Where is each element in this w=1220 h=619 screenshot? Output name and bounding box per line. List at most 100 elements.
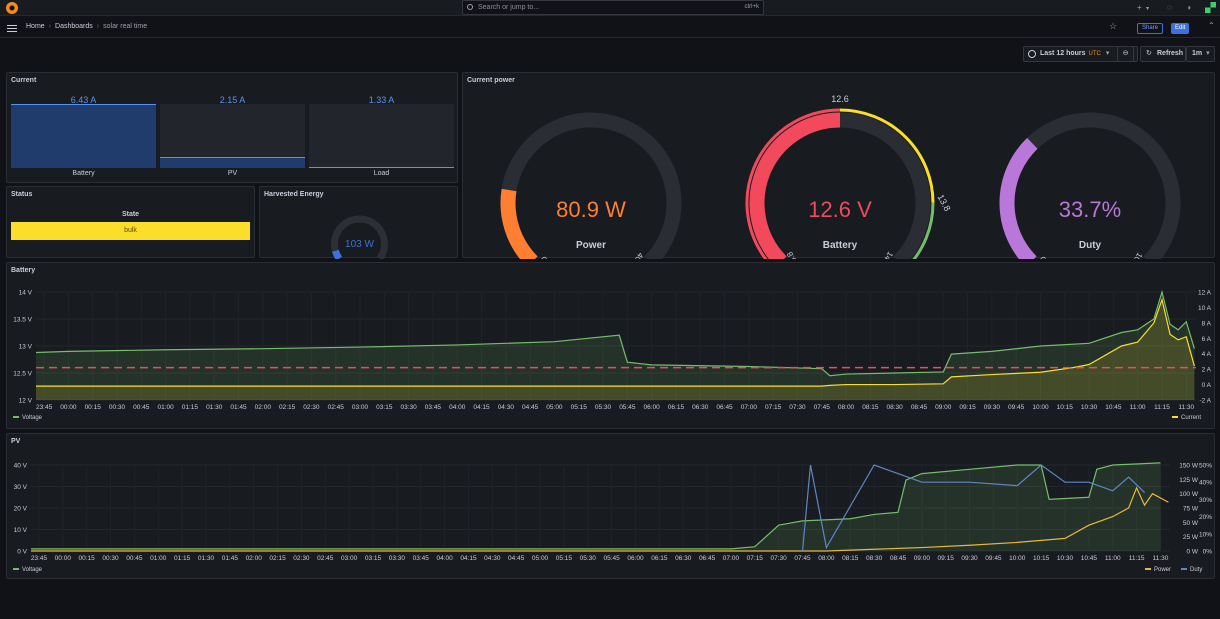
x-tick-label: 04:00: [449, 404, 466, 411]
pv-chart-panel: PV 40 V 30 V 20 V 10 V0 V 150 W 125 W 100 W 75 …: [6, 433, 1215, 579]
legend-voltage[interactable]: Voltage: [13, 415, 42, 421]
x-tick-label: 07:15: [765, 404, 782, 411]
x-tick-label: 01:30: [198, 555, 215, 562]
refresh-interval-select[interactable]: 1m ▾: [1186, 46, 1215, 62]
x-tick-label: 09:45: [1008, 404, 1025, 411]
gauge-max-label: 400: [630, 251, 645, 259]
edit-button[interactable]: Edit: [1171, 23, 1190, 34]
x-tick-label: 00:15: [85, 404, 102, 411]
panel-title: Status: [11, 191, 33, 198]
y-tick-label: 12.5 V: [13, 371, 32, 378]
legend-current[interactable]: Current: [1172, 415, 1201, 421]
y3-tick-label: 20%: [1199, 514, 1212, 521]
x-tick-label: 10:45: [1105, 404, 1122, 411]
x-tick-label: 05:00: [546, 404, 563, 411]
breadcrumb-separator-icon: ›: [48, 23, 52, 30]
x-tick-label: 03:30: [400, 404, 417, 411]
x-tick-label: 05:45: [619, 404, 636, 411]
x-tick-label: 07:00: [723, 555, 740, 562]
bargauge-load: 1.33 A Load: [309, 95, 454, 177]
x-tick-label: 07:00: [741, 404, 758, 411]
gauge-value: 12.6 V: [808, 197, 872, 222]
menu-icon[interactable]: [7, 25, 17, 32]
bargauge-track: [160, 104, 305, 168]
star-icon[interactable]: ☆: [1109, 21, 1117, 32]
y2-tick-label: 10 A: [1198, 305, 1212, 312]
legend-label: Voltage: [22, 567, 43, 573]
x-tick-label: 00:30: [109, 404, 126, 411]
breadcrumb-home[interactable]: Home: [26, 23, 45, 30]
x-tick-label: 07:45: [794, 555, 811, 562]
bargauge-track: [11, 104, 156, 168]
x-tick-label: 02:00: [246, 555, 263, 562]
help-icon[interactable]: ◌: [1167, 3, 1172, 12]
y3-tick-label: 50%: [1199, 463, 1212, 470]
x-tick-label: 06:30: [692, 404, 709, 411]
legend-label: Duty: [1190, 567, 1203, 573]
x-tick-label: 01:45: [222, 555, 239, 562]
x-tick-label: 09:45: [985, 555, 1002, 562]
top-bar: Search or jump to... ctrl+k + ▾ ◌ ◗: [0, 0, 1220, 16]
legend-label: Current: [1181, 415, 1202, 421]
user-avatar-icon[interactable]: [1205, 2, 1216, 13]
y-tick-label: 0 V: [17, 549, 27, 556]
chevron-down-icon: ▾: [1105, 50, 1110, 57]
refresh-button[interactable]: ↻ Refresh: [1140, 46, 1186, 62]
y2-tick-label: 75 W: [1183, 506, 1199, 513]
chevron-down-icon[interactable]: ▾: [1146, 5, 1149, 12]
x-tick-label: 06:45: [699, 555, 716, 562]
x-tick-label: 11:00: [1105, 555, 1121, 562]
x-tick-label: 11:15: [1154, 404, 1170, 411]
x-tick-label: 04:45: [522, 404, 539, 411]
x-tick-label: 01:00: [150, 555, 167, 562]
zoom-out-button[interactable]: ⊖: [1117, 46, 1134, 62]
search-input[interactable]: Search or jump to... ctrl+k: [462, 0, 764, 15]
legend-label: Voltage: [22, 415, 43, 421]
plus-icon[interactable]: +: [1137, 3, 1142, 12]
x-tick-label: 04:15: [460, 555, 477, 562]
chevron-up-icon[interactable]: ⌃: [1208, 21, 1215, 30]
x-tick-label: 08:45: [911, 404, 928, 411]
bargauge-pv: 2.15 A PV: [160, 95, 305, 177]
clock-icon: [1028, 50, 1036, 58]
legend-voltage[interactable]: Voltage: [13, 567, 42, 573]
legend-power[interactable]: Power: [1145, 567, 1171, 573]
breadcrumb-dashboards[interactable]: Dashboards: [55, 23, 93, 30]
y2-tick-label: 25 W: [1183, 534, 1199, 541]
current-power-panel: Current power 040080.9 WPower12.613.810.…: [462, 72, 1215, 259]
x-tick-label: 06:45: [716, 404, 733, 411]
share-button[interactable]: Share: [1137, 23, 1164, 34]
search-placeholder: Search or jump to...: [478, 4, 540, 11]
x-tick-label: 05:00: [532, 555, 549, 562]
x-tick-label: 02:30: [293, 555, 310, 562]
x-tick-label: 04:30: [498, 404, 515, 411]
x-tick-label: 08:45: [890, 555, 907, 562]
chevron-down-icon: ▾: [1206, 50, 1210, 57]
gauges-area: 0 400 80.9 W Power 12.6 13.8 10.8 14.4 12.6 V Bat…: [500, 94, 1181, 259]
x-tick-label: 06:00: [644, 404, 661, 411]
legend-duty[interactable]: Duty: [1181, 567, 1202, 573]
x-tick-label: 01:30: [206, 404, 223, 411]
x-tick-label: 07:45: [814, 404, 831, 411]
x-tick-label: 03:00: [352, 404, 369, 411]
y-tick-label: 20 V: [14, 506, 28, 513]
y-tick-label: 14 V: [19, 290, 33, 297]
x-tick-label: 03:15: [365, 555, 382, 562]
refresh-icon: ↻: [1146, 50, 1152, 57]
y-tick-label: 30 V: [14, 484, 28, 491]
y-tick-label: 13 V: [19, 344, 33, 351]
x-tick-label: 05:30: [595, 404, 612, 411]
battery-timeseries[interactable]: 14 V 13.5 V 13 V 12.5 V 12 V 12 A 10 A 8 A 6 A 4 …: [7, 263, 1216, 430]
bargauge-track: [309, 104, 454, 168]
legend-swatch: [1145, 568, 1151, 571]
pv-timeseries[interactable]: 40 V 30 V 20 V 10 V 0 V 150 W 125 W 100 W 75 W 50…: [7, 434, 1216, 580]
rss-icon[interactable]: ◗: [1187, 3, 1192, 12]
x-tick-label: 08:30: [866, 555, 883, 562]
breadcrumb-separator-icon: ›: [96, 23, 100, 30]
gauge-label: Power: [576, 240, 606, 251]
grafana-logo-icon[interactable]: [6, 2, 18, 14]
bargauge-label: PV: [227, 170, 238, 177]
x-tick-label: 00:45: [133, 404, 150, 411]
y-tick-label: 10 V: [14, 527, 28, 534]
legend-swatch: [13, 416, 19, 419]
